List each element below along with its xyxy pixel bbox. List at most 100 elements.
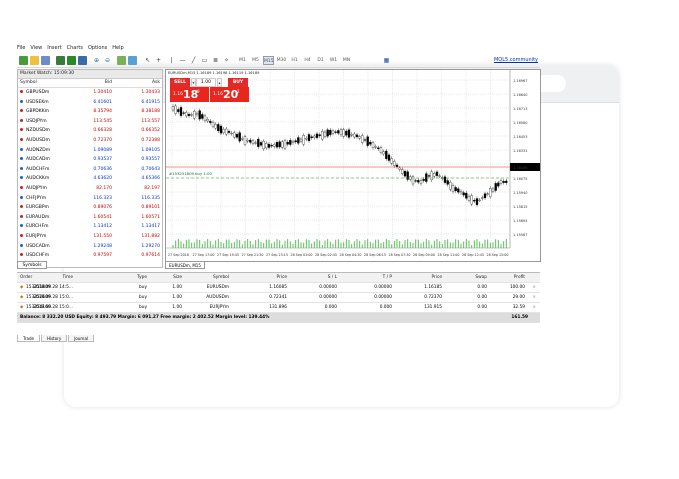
market-watch-row[interactable]: USDCHFm 0.97597 0.97614	[18, 251, 162, 261]
direction-icon	[20, 214, 23, 218]
sell-price-box[interactable]: 1.16 18 9	[170, 87, 209, 102]
candlestick-icon[interactable]	[67, 56, 76, 65]
text-label-icon[interactable]: ▭	[200, 56, 209, 65]
column-header-symbol[interactable]: Symbol	[20, 79, 37, 87]
mql5-community-link[interactable]: MQL5.community	[494, 56, 538, 65]
market-watch-row[interactable]: NZDUSDm 0.66328 0.66352	[18, 126, 162, 136]
timeframe-m5[interactable]: M5	[250, 56, 261, 65]
close-order-icon[interactable]: ×	[532, 303, 536, 312]
tab-journal[interactable]: Journal	[68, 335, 95, 342]
column-header[interactable]: Time	[62, 273, 73, 282]
column-header-bid[interactable]: Bid	[84, 79, 112, 87]
market-watch-row[interactable]: EURGBPm 0.89076 0.89101	[18, 203, 162, 213]
column-header-ask[interactable]: Ask	[126, 79, 160, 87]
tab-symbols[interactable]: Symbols	[17, 261, 47, 269]
market-watch-row[interactable]: USDJPYm 113.545 113.557	[18, 117, 162, 127]
column-header[interactable]: Symbol	[213, 273, 229, 282]
market-watch-row[interactable]: EURJPYm 131.550 131.882	[18, 232, 162, 242]
column-header[interactable]: Order	[20, 273, 32, 282]
tab-chart-eurusd[interactable]: EURUSDm, M15	[165, 262, 205, 269]
market-watch-row[interactable]: GBPUSDm 1.30410 1.30433	[18, 88, 162, 98]
volume-bar	[500, 244, 502, 248]
candle-body	[315, 133, 319, 138]
table-row[interactable]: 153251809 2018.09.28 14:5... buy 1.00 EURUSD…	[17, 283, 540, 293]
market-watch-row[interactable]: AUDNZDm 1.09089 1.09105	[18, 146, 162, 156]
timeframe-m1[interactable]: M1	[237, 56, 248, 65]
sell-button[interactable]: SELL	[170, 78, 190, 87]
column-header[interactable]: Swap	[475, 273, 487, 282]
menu-item-charts[interactable]: Charts	[67, 44, 83, 53]
close-order-icon[interactable]: ×	[532, 283, 536, 292]
fibonacci-icon[interactable]: ≣	[211, 56, 220, 65]
tab-trade[interactable]: Trade	[17, 335, 40, 342]
volume-bar	[276, 239, 278, 248]
market-watch-row[interactable]: AUDCADm 0.93537 0.93557	[18, 155, 162, 165]
cursor-icon[interactable]: ↖	[143, 56, 152, 65]
market-watch-row[interactable]: EURAUDm 1.60541 1.60571	[18, 213, 162, 223]
column-header[interactable]: Type	[137, 273, 147, 282]
lot-increase-button[interactable]: ▴	[217, 78, 222, 87]
shapes-icon[interactable]: ✧	[222, 56, 231, 65]
timeframe-w1[interactable]: W1	[328, 56, 339, 65]
market-watch-row[interactable]: AUDCKKm 4.63620 4.65366	[18, 174, 162, 184]
timeframe-h4[interactable]: H4	[302, 56, 313, 65]
volume-bar	[487, 239, 489, 248]
lot-size-input[interactable]: 1.00	[196, 78, 216, 87]
table-row[interactable]: 153252609 2018.09.28 15:0... buy 1.00 AUDUSD…	[17, 293, 540, 303]
column-header[interactable]: Size	[173, 273, 182, 282]
bar-chart-icon[interactable]	[56, 56, 65, 65]
volume-bar	[212, 244, 214, 248]
templates-icon[interactable]: ▦	[382, 56, 391, 65]
open-folder-icon[interactable]	[30, 56, 39, 65]
timeframe-h1[interactable]: H1	[289, 56, 300, 65]
crosshair-icon[interactable]: +	[154, 56, 163, 65]
chart-shift-icon[interactable]	[128, 56, 137, 65]
order-line-label[interactable]: #153251809 buy 1.00	[169, 171, 212, 176]
zoom-out-icon[interactable]: ⊖	[103, 56, 112, 65]
buy-price-box[interactable]: 1.16 20 2	[210, 87, 249, 102]
menu-item-view[interactable]: View	[30, 44, 42, 53]
timeframe-d1[interactable]: D1	[315, 56, 326, 65]
new-order-icon[interactable]	[19, 56, 28, 65]
timeframe-m15[interactable]: M15	[263, 56, 274, 65]
candle-body	[419, 180, 423, 184]
tab-history[interactable]: History	[40, 335, 68, 342]
volume-bar	[255, 240, 257, 248]
buy-button[interactable]: BUY	[228, 78, 248, 87]
candle-body	[406, 171, 409, 180]
market-watch-row[interactable]: EURCHFm 1.13412 1.13417	[18, 222, 162, 232]
horizontal-line-icon[interactable]: —	[178, 56, 187, 65]
autoscroll-icon[interactable]	[117, 56, 126, 65]
trendline-icon[interactable]: ╱	[189, 56, 198, 65]
column-header[interactable]: Price	[432, 273, 442, 282]
candle-body	[342, 129, 345, 137]
zoom-in-icon[interactable]: ⊕	[92, 56, 101, 65]
candle-body	[483, 193, 487, 199]
timeframe-m30[interactable]: M30	[276, 56, 287, 65]
volume-bar	[455, 239, 457, 248]
menu-item-options[interactable]: Options	[88, 44, 107, 53]
profiles-icon[interactable]	[41, 56, 50, 65]
market-watch-row[interactable]: AUDCHFm 0.70636 0.70643	[18, 165, 162, 175]
market-watch-row[interactable]: CHFJPYm 116.323 116.335	[18, 194, 162, 204]
candle-body	[185, 112, 188, 117]
market-watch-row[interactable]: AUDUSDm 0.72370 0.72388	[18, 136, 162, 146]
column-header[interactable]: S / L	[328, 273, 337, 282]
bid-cell: 1.30410	[93, 90, 112, 95]
chart-window[interactable]: 1.16967 1.16640 1.16713 1.16580 1.16453 1.163…	[165, 69, 541, 262]
menu-item-file[interactable]: File	[17, 44, 25, 53]
column-header[interactable]: T / P	[383, 273, 392, 282]
market-watch-row[interactable]: USDCADm 1.29248 1.29270	[18, 242, 162, 252]
menu-item-insert[interactable]: Insert	[47, 44, 61, 53]
timeframe-mn[interactable]: MN	[341, 56, 352, 65]
table-row[interactable]: 153254160 2018.09.28 15:0... buy 1.00 EURJPY…	[17, 303, 540, 313]
market-watch-row[interactable]: USDSEKm 6.41601 6.41915	[18, 98, 162, 108]
market-watch-row[interactable]: AUDJPYm 82.170 82.197	[18, 184, 162, 194]
column-header[interactable]: Price	[277, 273, 287, 282]
vertical-line-icon[interactable]: |	[167, 56, 176, 65]
menu-item-help[interactable]: Help	[112, 44, 123, 53]
column-header[interactable]: Profit	[514, 273, 525, 282]
line-chart-icon[interactable]	[78, 56, 87, 65]
market-watch-row[interactable]: GBPDKKm 8.35794 8.38188	[18, 107, 162, 117]
close-order-icon[interactable]: ×	[532, 293, 536, 302]
